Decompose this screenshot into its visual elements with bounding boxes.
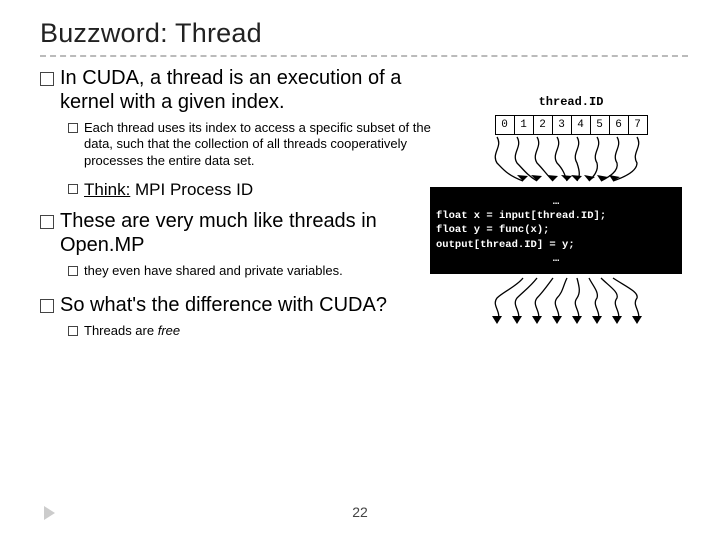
checkbox-icon xyxy=(68,184,78,194)
code-dots: … xyxy=(436,252,676,266)
diagram-column: thread.ID 0 1 2 3 4 5 6 7 xyxy=(454,67,688,349)
code-line-3: output[thread.ID] = y; xyxy=(436,239,575,251)
bullet-in-cuda: In CUDA, a thread is an execution of a k… xyxy=(40,67,440,114)
cell-2: 2 xyxy=(533,115,553,135)
text: In xyxy=(60,67,82,89)
text-think: Think: xyxy=(84,180,130,199)
cell-4: 4 xyxy=(571,115,591,135)
bullet-threads-free: Threads are free xyxy=(68,323,440,339)
code-line-2: float y = func(x); xyxy=(436,224,549,236)
cell-5: 5 xyxy=(590,115,610,135)
text: Threads are xyxy=(84,323,158,338)
code-box: …float x = input[thread.ID]; float y = f… xyxy=(430,187,682,274)
text-free: free xyxy=(158,323,180,338)
text: These are very much like threads in Open… xyxy=(60,210,440,257)
text: Each thread uses its index to access a s… xyxy=(84,120,440,169)
checkbox-icon xyxy=(40,299,54,313)
code-dots: … xyxy=(436,195,676,209)
text: they even have shared and private variab… xyxy=(84,263,343,279)
title-rule xyxy=(40,55,688,57)
text: So what's the difference with CUDA? xyxy=(60,294,387,318)
arrows-top-icon xyxy=(481,135,661,187)
footer-arrow-icon xyxy=(44,506,55,520)
arrows-bottom-icon xyxy=(481,274,661,326)
code-line-1: float x = input[thread.ID]; xyxy=(436,210,606,222)
slide-title: Buzzword: Thread xyxy=(40,18,688,49)
checkbox-icon xyxy=(68,123,78,133)
bullet-openmp: These are very much like threads in Open… xyxy=(40,210,440,257)
checkbox-icon xyxy=(40,72,54,86)
cell-6: 6 xyxy=(609,115,629,135)
checkbox-icon xyxy=(40,215,54,229)
cell-3: 3 xyxy=(552,115,572,135)
thread-id-row: 0 1 2 3 4 5 6 7 xyxy=(454,115,688,135)
cell-1: 1 xyxy=(514,115,534,135)
bullet-each-thread: Each thread uses its index to access a s… xyxy=(68,120,440,169)
checkbox-icon xyxy=(68,326,78,336)
cell-7: 7 xyxy=(628,115,648,135)
thread-id-label: thread.ID xyxy=(454,95,688,109)
cell-0: 0 xyxy=(495,115,515,135)
bullet-think: Think: MPI Process ID xyxy=(68,179,440,200)
bullet-shared-private: they even have shared and private variab… xyxy=(68,263,440,279)
text: MPI Process ID xyxy=(130,180,253,199)
page-number: 22 xyxy=(352,504,368,520)
checkbox-icon xyxy=(68,266,78,276)
bullet-column: In CUDA, a thread is an execution of a k… xyxy=(40,67,440,349)
text-cuda: CUDA, xyxy=(82,67,144,89)
bullet-difference: So what's the difference with CUDA? xyxy=(40,294,440,318)
